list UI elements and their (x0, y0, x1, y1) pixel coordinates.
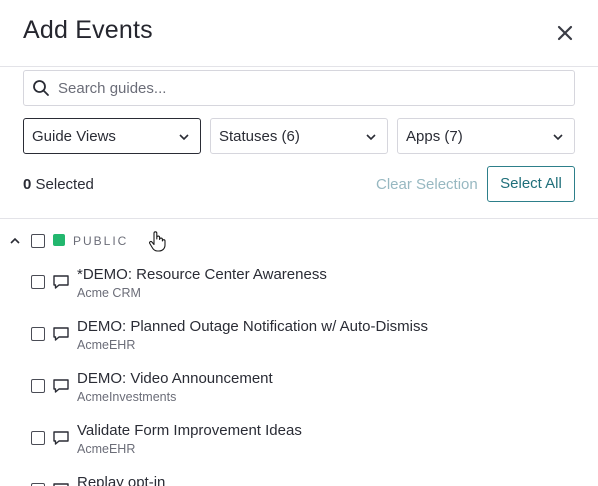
list-item[interactable]: Validate Form Improvement Ideas AcmeEHR (0, 422, 598, 472)
guide-name: DEMO: Video Announcement (77, 370, 273, 387)
modal-title: Add Events (23, 16, 153, 44)
speech-bubble-icon (53, 275, 69, 289)
clear-selection-button[interactable]: Clear Selection (376, 176, 478, 193)
apps-dropdown[interactable]: Apps (7) (397, 118, 575, 154)
close-icon (557, 25, 573, 41)
statuses-dropdown[interactable]: Statuses (6) (210, 118, 388, 154)
guide-app: AcmeEHR (77, 338, 136, 352)
divider (0, 218, 598, 219)
dropdown-label: Statuses (6) (219, 128, 300, 145)
close-button[interactable] (552, 20, 578, 46)
list-item[interactable]: *DEMO: Resource Center Awareness Acme CR… (0, 266, 598, 316)
speech-bubble-icon (53, 379, 69, 393)
guide-views-dropdown[interactable]: Guide Views (23, 118, 201, 154)
hand-cursor-icon (149, 231, 166, 252)
guide-app: AcmeInvestments (77, 390, 177, 404)
item-checkbox[interactable] (31, 431, 45, 445)
search-icon (33, 80, 49, 96)
guide-app: AcmeEHR (77, 442, 136, 456)
chevron-up-icon[interactable] (9, 235, 21, 247)
item-checkbox[interactable] (31, 327, 45, 341)
selected-count: 0 Selected (23, 176, 94, 193)
guide-name: Replay opt-in (77, 474, 166, 486)
search-input[interactable] (56, 72, 560, 104)
list-item[interactable]: DEMO: Planned Outage Notification w/ Aut… (0, 318, 598, 368)
group-checkbox[interactable] (31, 234, 45, 248)
dropdown-label: Guide Views (32, 128, 116, 145)
guide-app: Acme CRM (77, 286, 141, 300)
list-item[interactable]: DEMO: Video Announcement AcmeInvestments (0, 370, 598, 420)
dropdown-label: Apps (7) (406, 128, 463, 145)
guide-name: Validate Form Improvement Ideas (77, 422, 302, 439)
guide-name: *DEMO: Resource Center Awareness (77, 266, 327, 283)
speech-bubble-icon (53, 431, 69, 445)
list-item[interactable]: Replay opt-in (0, 474, 598, 486)
speech-bubble-icon (53, 327, 69, 341)
select-all-button[interactable]: Select All (487, 166, 575, 202)
chevron-down-icon (366, 134, 376, 141)
selected-suffix: Selected (31, 176, 94, 193)
item-checkbox[interactable] (31, 379, 45, 393)
item-checkbox[interactable] (31, 275, 45, 289)
group-public: PUBLIC (0, 228, 598, 254)
group-label: PUBLIC (73, 234, 129, 248)
status-dot (53, 234, 65, 246)
modal-header: Add Events (0, 0, 598, 67)
speech-bubble-icon (53, 483, 69, 486)
add-events-modal: Add Events Guide Views Statuses (6) Apps… (0, 0, 598, 486)
guide-name: DEMO: Planned Outage Notification w/ Aut… (77, 318, 428, 335)
chevron-down-icon (179, 134, 189, 141)
search-box (23, 70, 575, 106)
chevron-down-icon (553, 134, 563, 141)
